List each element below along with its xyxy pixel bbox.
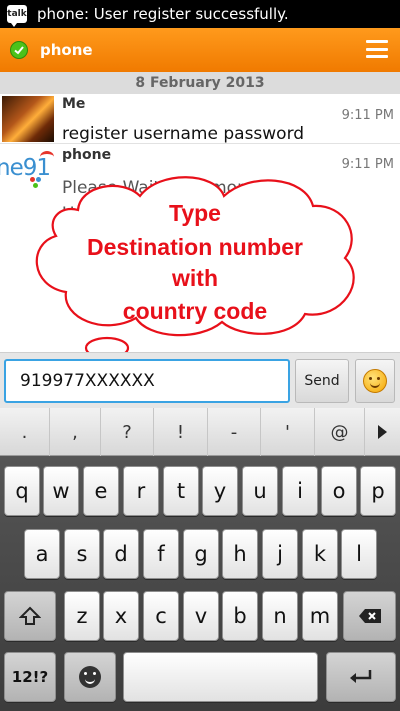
symbol-key[interactable]: - xyxy=(208,408,261,456)
key-y[interactable]: y xyxy=(202,466,238,516)
symbol-key[interactable]: @ xyxy=(315,408,365,456)
shift-key[interactable] xyxy=(4,591,56,641)
message-input[interactable]: 919977XXXXXX xyxy=(4,359,290,403)
compose-bar: 919977XXXXXX Send xyxy=(0,352,400,408)
status-bar: talk phone: User register successfully. xyxy=(0,0,400,28)
callout-line: Type xyxy=(169,200,221,226)
symbol-key[interactable]: ? xyxy=(101,408,154,456)
key-b[interactable]: b xyxy=(222,591,258,641)
message-item[interactable]: Me register username password 9:11 PM xyxy=(0,94,400,144)
symbol-key[interactable]: ! xyxy=(154,408,208,456)
key-v[interactable]: v xyxy=(183,591,219,641)
talk-icon-label: talk xyxy=(7,9,27,19)
callout-line: Destination number xyxy=(87,234,303,260)
key-s[interactable]: s xyxy=(64,529,100,579)
presence-icon xyxy=(30,177,44,189)
check-icon xyxy=(10,41,28,59)
message-text: register username password xyxy=(62,124,305,144)
key-n[interactable]: n xyxy=(262,591,298,641)
callout-line: country code xyxy=(122,298,268,324)
key-h[interactable]: h xyxy=(222,529,258,579)
key-e[interactable]: e xyxy=(83,466,119,516)
symbol-key[interactable]: , xyxy=(50,408,101,456)
key-x[interactable]: x xyxy=(103,591,139,641)
notification-text: phone: User register successfully. xyxy=(37,5,289,23)
more-symbols-arrow-icon[interactable] xyxy=(365,408,400,456)
message-sender: Me xyxy=(62,96,86,112)
key-a[interactable]: a xyxy=(24,529,60,579)
backspace-key[interactable] xyxy=(343,591,396,641)
space-key[interactable] xyxy=(123,652,318,702)
message-time: 9:11 PM xyxy=(341,157,394,172)
chat-header: phone xyxy=(0,28,400,72)
key-r[interactable]: r xyxy=(123,466,159,516)
avatar-swirl xyxy=(40,151,54,163)
e91-avatar: ne91 xyxy=(0,149,54,199)
emoji-key[interactable] xyxy=(64,652,116,702)
key-z[interactable]: z xyxy=(64,591,100,641)
symbol-key[interactable]: ' xyxy=(261,408,315,456)
key-c[interactable]: c xyxy=(143,591,179,641)
contact-title[interactable]: phone xyxy=(40,41,93,59)
key-l[interactable]: l xyxy=(341,529,377,579)
message-time: 9:11 PM xyxy=(341,108,394,123)
emoji-button[interactable] xyxy=(355,359,395,403)
shift-icon xyxy=(19,606,41,625)
key-j[interactable]: j xyxy=(262,529,298,579)
backspace-icon xyxy=(358,609,381,623)
smiley-icon xyxy=(363,369,387,393)
key-g[interactable]: g xyxy=(183,529,219,579)
enter-icon xyxy=(350,670,372,683)
message-sender: phone xyxy=(62,147,112,163)
key-q[interactable]: q xyxy=(4,466,40,516)
key-i[interactable]: i xyxy=(282,466,318,516)
key-p[interactable]: p xyxy=(360,466,396,516)
key-m[interactable]: m xyxy=(302,591,338,641)
tiger-avatar xyxy=(2,96,54,142)
key-d[interactable]: d xyxy=(103,529,139,579)
date-separator: 8 February 2013 xyxy=(0,72,400,94)
symbol-row: . , ? ! - ' @ xyxy=(0,408,400,456)
emoji-icon xyxy=(79,666,101,688)
send-button[interactable]: Send xyxy=(295,359,349,403)
key-o[interactable]: o xyxy=(321,466,357,516)
enter-key[interactable] xyxy=(326,652,396,702)
symbols-mode-key[interactable]: 12!? xyxy=(4,652,56,702)
key-k[interactable]: k xyxy=(302,529,338,579)
menu-icon[interactable] xyxy=(366,40,388,58)
key-u[interactable]: u xyxy=(242,466,278,516)
symbol-key[interactable]: . xyxy=(0,408,50,456)
key-w[interactable]: w xyxy=(43,466,79,516)
talk-icon: talk xyxy=(7,5,27,27)
on-screen-keyboard: . , ? ! - ' @ q w e r t y u i o p a s d … xyxy=(0,408,400,711)
key-t[interactable]: t xyxy=(163,466,199,516)
key-f[interactable]: f xyxy=(143,529,179,579)
callout-line: with xyxy=(172,265,218,291)
